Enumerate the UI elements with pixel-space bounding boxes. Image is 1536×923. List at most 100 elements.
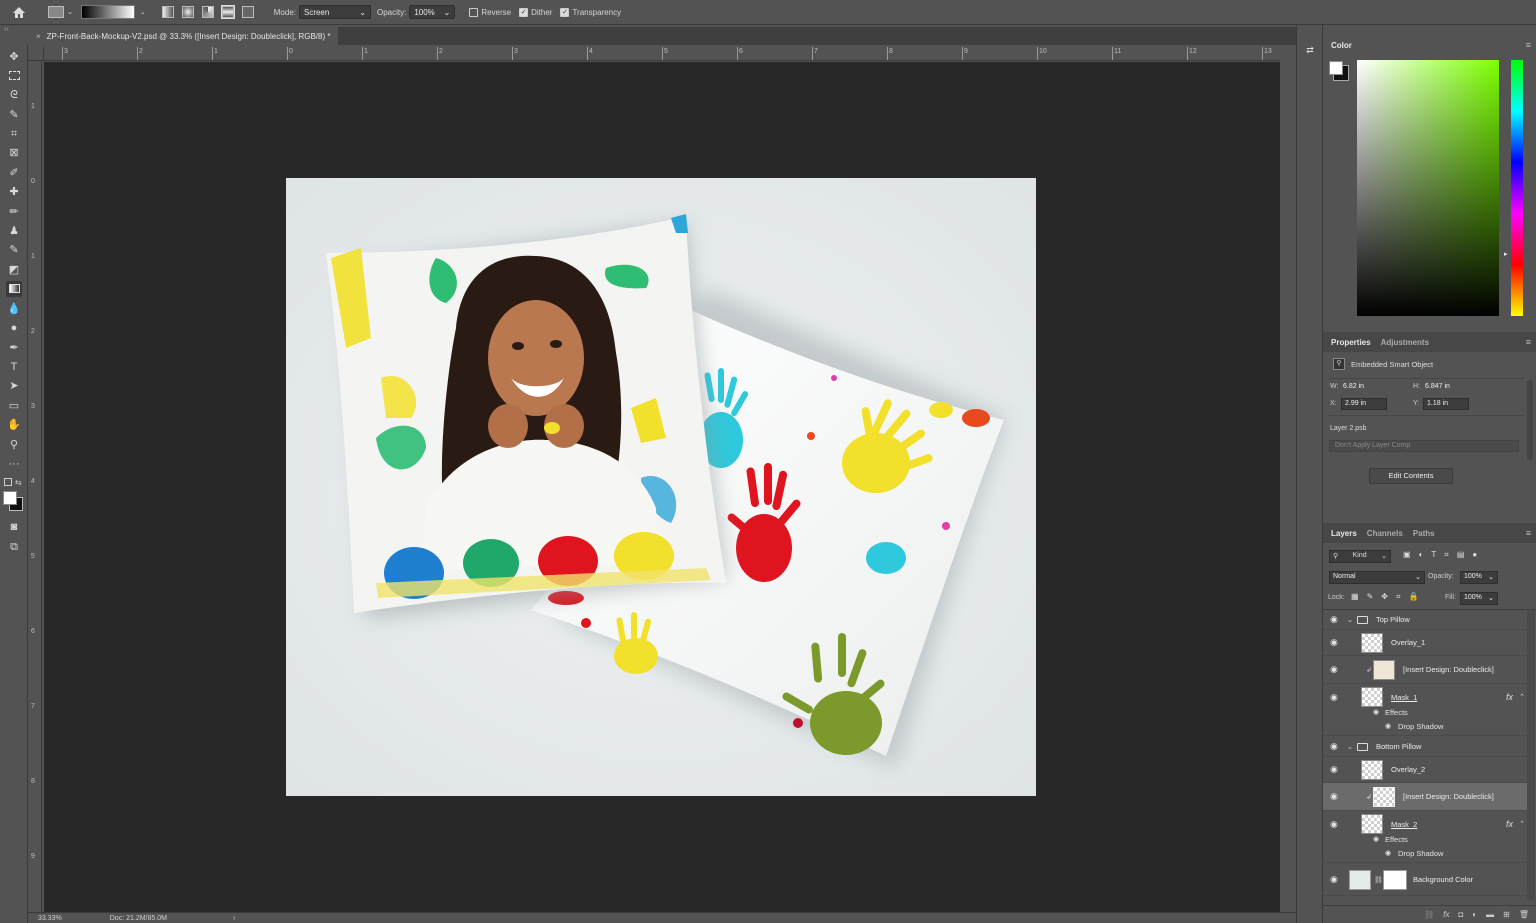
chevron-right-icon[interactable]: ›: [233, 915, 235, 922]
layer-kind-filter[interactable]: ⚲ Kind ⌄: [1329, 550, 1391, 563]
tab-layers[interactable]: Layers: [1331, 529, 1357, 538]
crop-tool-icon[interactable]: ⌗: [6, 126, 22, 142]
pixel-filter-icon[interactable]: ▣: [1403, 550, 1411, 560]
dither-checkbox[interactable]: ✓ Dither: [519, 7, 552, 17]
type-filter-icon[interactable]: T: [1431, 550, 1436, 560]
collapse-toolbar-icon[interactable]: ››: [4, 26, 9, 33]
layer-insert-design-1[interactable]: ◉ ↲ [Insert Design: Doubleclick]: [1323, 656, 1527, 684]
drop-shadow-row[interactable]: ◉ Drop Shadow: [1323, 722, 1527, 736]
chevron-down-icon[interactable]: ⌄: [1347, 616, 1353, 624]
fill-field[interactable]: 100% ⌄: [1460, 592, 1498, 605]
lasso-tool-icon[interactable]: ᘓ: [6, 87, 22, 103]
visibility-eye-icon[interactable]: ◉: [1330, 791, 1340, 802]
visibility-eye-icon[interactable]: ◉: [1330, 692, 1340, 703]
visibility-eye-icon[interactable]: ◉: [1330, 614, 1340, 625]
visibility-eye-icon[interactable]: ◉: [1330, 741, 1340, 752]
adjustment-layer-icon[interactable]: ◐: [1472, 910, 1477, 919]
reverse-checkbox[interactable]: Reverse: [469, 7, 511, 17]
layer-overlay-2[interactable]: ◉ Overlay_2: [1323, 757, 1527, 783]
layer-background-color[interactable]: ◉ ⛓ Background Color: [1323, 864, 1527, 896]
gradient-picker[interactable]: ⌄: [80, 5, 146, 19]
layer-comp-select[interactable]: Don't Apply Layer Comp: [1329, 440, 1519, 452]
visibility-eye-icon[interactable]: ◉: [1385, 849, 1391, 857]
effects-row[interactable]: ◉ Effects: [1323, 835, 1527, 849]
filter-toggle-icon[interactable]: ●: [1472, 550, 1477, 560]
edit-contents-button[interactable]: Edit Contents: [1369, 468, 1453, 484]
visibility-eye-icon[interactable]: ◉: [1385, 722, 1391, 730]
adjustment-filter-icon[interactable]: ◐: [1419, 550, 1424, 560]
x-field[interactable]: 2.99 in: [1341, 398, 1387, 410]
frame-tool-icon[interactable]: ⊠: [6, 145, 22, 161]
foreground-color-swatch[interactable]: [3, 491, 17, 505]
lock-position-icon[interactable]: ✥: [1381, 592, 1388, 602]
panel-menu-icon[interactable]: ≡: [1526, 40, 1531, 50]
blend-mode-select[interactable]: Normal ⌄: [1329, 571, 1425, 584]
screen-mode-icon[interactable]: ⧉: [6, 539, 22, 555]
marquee-tool-icon[interactable]: [6, 68, 22, 84]
tab-channels[interactable]: Channels: [1367, 529, 1403, 538]
transparency-checkbox[interactable]: ✓ Transparency: [560, 7, 621, 17]
lock-artboard-icon[interactable]: ⌗: [1396, 592, 1401, 602]
angle-gradient-button[interactable]: [201, 6, 214, 18]
layer-opacity-field[interactable]: 100% ⌄: [1460, 571, 1498, 584]
mode-select[interactable]: Screen ⌄: [298, 5, 371, 19]
lock-transparency-icon[interactable]: ▦: [1351, 592, 1359, 602]
tab-adjustments[interactable]: Adjustments: [1381, 338, 1429, 347]
eraser-tool-icon[interactable]: ◩: [6, 262, 22, 278]
hue-slider-handle[interactable]: ▸: [1504, 250, 1508, 258]
zoom-tool-icon[interactable]: ⚲: [6, 437, 22, 453]
path-selection-tool-icon[interactable]: ➤: [6, 378, 22, 394]
visibility-eye-icon[interactable]: ◉: [1373, 708, 1379, 716]
move-tool-icon[interactable]: ✥: [6, 49, 22, 65]
shape-filter-icon[interactable]: ⌗: [1444, 550, 1449, 560]
h-value[interactable]: 6.847 in: [1425, 383, 1450, 390]
layer-insert-design-2[interactable]: ◉ ↲ [Insert Design: Doubleclick]: [1323, 783, 1527, 811]
new-group-icon[interactable]: ▬: [1486, 910, 1494, 919]
y-field[interactable]: 1.18 in: [1423, 398, 1469, 410]
more-tools-icon[interactable]: ···: [6, 456, 22, 472]
color-field[interactable]: [1357, 60, 1499, 316]
layer-mask-2[interactable]: ◉ Mask_2 fx ⌃: [1323, 811, 1527, 837]
layer-mask-1[interactable]: ◉ Mask_1 fx ⌃: [1323, 684, 1527, 710]
radial-gradient-button[interactable]: [181, 6, 194, 18]
ruler-origin[interactable]: [28, 47, 44, 61]
foreground-color-chip[interactable]: [1329, 61, 1343, 75]
layers-scrollbar[interactable]: [1527, 610, 1535, 900]
opacity-field[interactable]: 100% ⌄: [409, 5, 456, 19]
trash-icon[interactable]: 🗑: [1519, 910, 1529, 919]
home-button[interactable]: [12, 6, 26, 19]
visibility-eye-icon[interactable]: ◉: [1330, 874, 1340, 885]
quick-mask-icon[interactable]: ◙: [6, 519, 22, 535]
tool-preset-picker[interactable]: ⌄: [48, 6, 73, 18]
visibility-eye-icon[interactable]: ◉: [1330, 764, 1340, 775]
zoom-level[interactable]: 33.33%: [38, 915, 62, 922]
tab-properties[interactable]: Properties: [1331, 338, 1371, 347]
lock-pixels-icon[interactable]: ✎: [1367, 592, 1374, 602]
properties-panel-icon[interactable]: ⇄: [1303, 45, 1317, 59]
lock-all-icon[interactable]: 🔒: [1408, 592, 1418, 602]
linear-gradient-button[interactable]: [161, 6, 174, 18]
layer-group-top-pillow[interactable]: ◉ ⌄ Top Pillow: [1323, 610, 1527, 630]
reflected-gradient-button[interactable]: [220, 5, 235, 19]
tab-paths[interactable]: Paths: [1413, 529, 1435, 538]
color-panel-title[interactable]: Color: [1331, 41, 1352, 50]
chevron-up-icon[interactable]: ⌃: [1519, 693, 1525, 701]
rectangle-tool-icon[interactable]: ▭: [6, 398, 22, 414]
chevron-up-icon[interactable]: ⌃: [1519, 820, 1525, 828]
blur-tool-icon[interactable]: 💧: [6, 301, 22, 317]
eyedropper-tool-icon[interactable]: ✐: [6, 165, 22, 181]
gradient-tool-icon[interactable]: [6, 281, 22, 297]
layer-group-bottom-pillow[interactable]: ◉ ⌄ Bottom Pillow: [1323, 737, 1527, 757]
link-layers-icon[interactable]: ⛓: [1424, 910, 1434, 919]
quick-selection-tool-icon[interactable]: ✎: [6, 107, 22, 123]
hand-tool-icon[interactable]: ✋: [6, 417, 22, 433]
smart-object-filter-icon[interactable]: ▤: [1457, 550, 1465, 560]
canvas-area[interactable]: [44, 62, 1280, 912]
w-value[interactable]: 6.82 in: [1343, 383, 1364, 390]
effects-row[interactable]: ◉ Effects: [1323, 708, 1527, 722]
brush-tool-icon[interactable]: ✏: [6, 204, 22, 220]
default-colors-icon[interactable]: [4, 478, 12, 486]
close-icon[interactable]: ×: [36, 32, 41, 41]
add-mask-icon[interactable]: ◘: [1458, 910, 1463, 919]
visibility-eye-icon[interactable]: ◉: [1373, 835, 1379, 843]
